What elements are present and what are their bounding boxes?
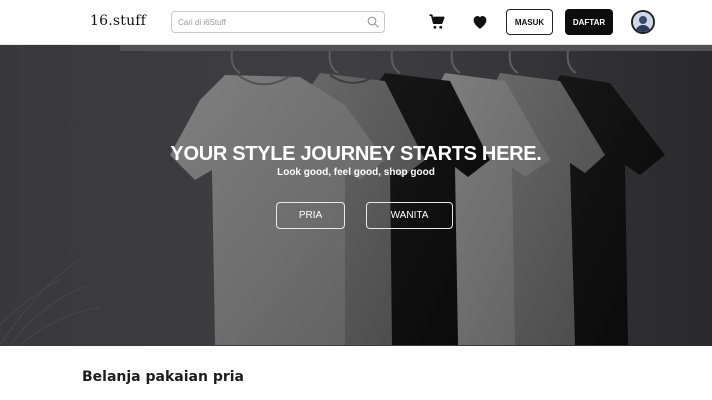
hero-title: YOUR STYLE JOURNEY STARTS HERE. [170, 143, 542, 165]
search-icon[interactable] [367, 16, 379, 28]
hero-subtitle: Look good, feel good, shop good [277, 167, 435, 178]
user-avatar-icon [633, 12, 653, 32]
shop-women-button[interactable]: WANITA [366, 202, 453, 229]
hero-background-image [0, 45, 712, 346]
register-button[interactable]: DAFTAR [565, 9, 613, 35]
cart-icon[interactable] [428, 13, 446, 31]
shop-men-button[interactable]: PRIA [276, 202, 345, 229]
login-button[interactable]: MASUK [506, 9, 553, 35]
section-title: Belanja pakaian pria [82, 369, 244, 385]
heart-icon[interactable] [471, 13, 489, 31]
search-input[interactable] [172, 12, 362, 32]
navbar: 16.stuff MASUK DAFTAR [0, 0, 712, 45]
hero-banner: YOUR STYLE JOURNEY STARTS HERE. Look goo… [0, 45, 712, 346]
site-logo[interactable]: 16.stuff [90, 13, 146, 29]
avatar[interactable] [631, 10, 655, 34]
search-bar[interactable] [171, 11, 385, 33]
